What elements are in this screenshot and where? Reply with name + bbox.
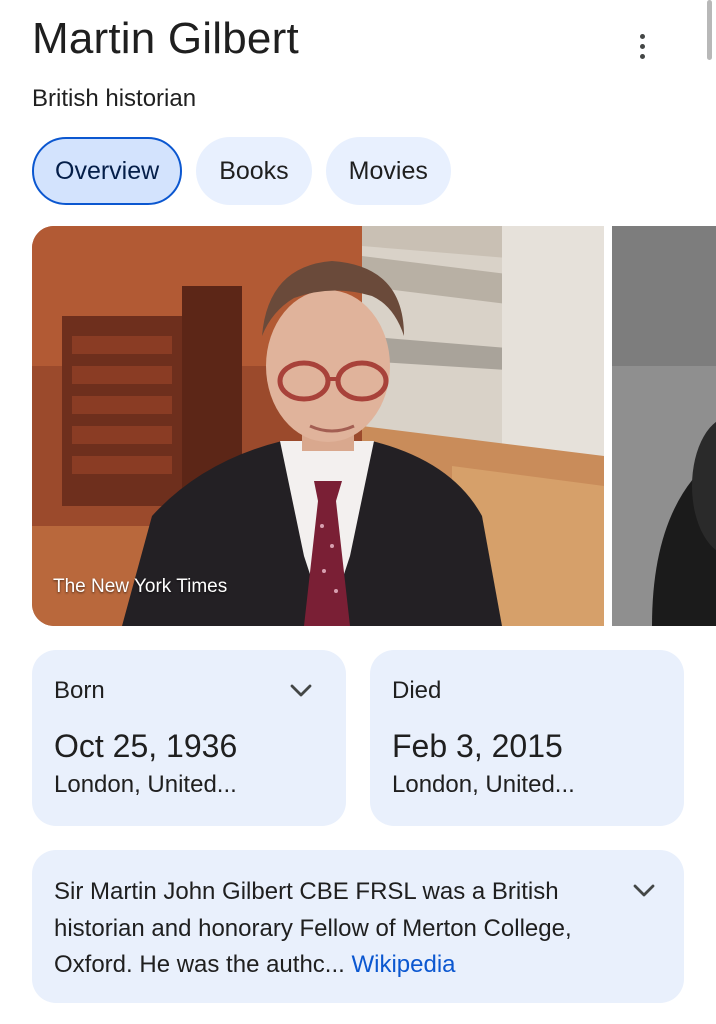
description-body: Sir Martin John Gilbert CBE FRSL was a B… [54, 878, 572, 978]
wikipedia-link[interactable]: Wikipedia [351, 951, 455, 978]
died-place: London, United... [392, 771, 575, 798]
portrait-image[interactable]: The New York Times [32, 226, 604, 626]
died-label: Died [392, 677, 442, 704]
more-vert-icon[interactable] [622, 26, 662, 66]
tab-overview[interactable]: Overview [32, 137, 183, 205]
scrollbar[interactable] [707, 0, 712, 60]
image-source-credit: The New York Times [53, 576, 228, 597]
born-label: Born [54, 677, 105, 704]
secondary-image[interactable] [612, 226, 716, 626]
description-text: Sir Martin John Gilbert CBE FRSL was a B… [54, 874, 624, 984]
entity-subtitle: British historian [32, 85, 197, 112]
born-place: London, United... [54, 771, 237, 798]
died-card[interactable]: Died Feb 3, 2015 London, United... [370, 650, 684, 826]
secondary-image-illustration [612, 226, 716, 626]
description-card[interactable]: Sir Martin John Gilbert CBE FRSL was a B… [32, 850, 684, 1003]
chevron-down-icon[interactable] [287, 676, 315, 704]
entity-title: Martin Gilbert [32, 14, 299, 63]
knowledge-panel: Martin Gilbert British historian Overvie… [0, 0, 716, 1024]
died-date: Feb 3, 2015 [392, 728, 563, 764]
chevron-down-icon[interactable] [630, 876, 658, 904]
tab-books[interactable]: Books [196, 137, 312, 205]
born-date: Oct 25, 1936 [54, 728, 238, 764]
image-carousel[interactable]: The New York Times [32, 226, 716, 626]
portrait-illustration [32, 226, 604, 626]
tab-movies[interactable]: Movies [325, 137, 451, 205]
tab-bar: Overview Books Movies [32, 137, 451, 205]
